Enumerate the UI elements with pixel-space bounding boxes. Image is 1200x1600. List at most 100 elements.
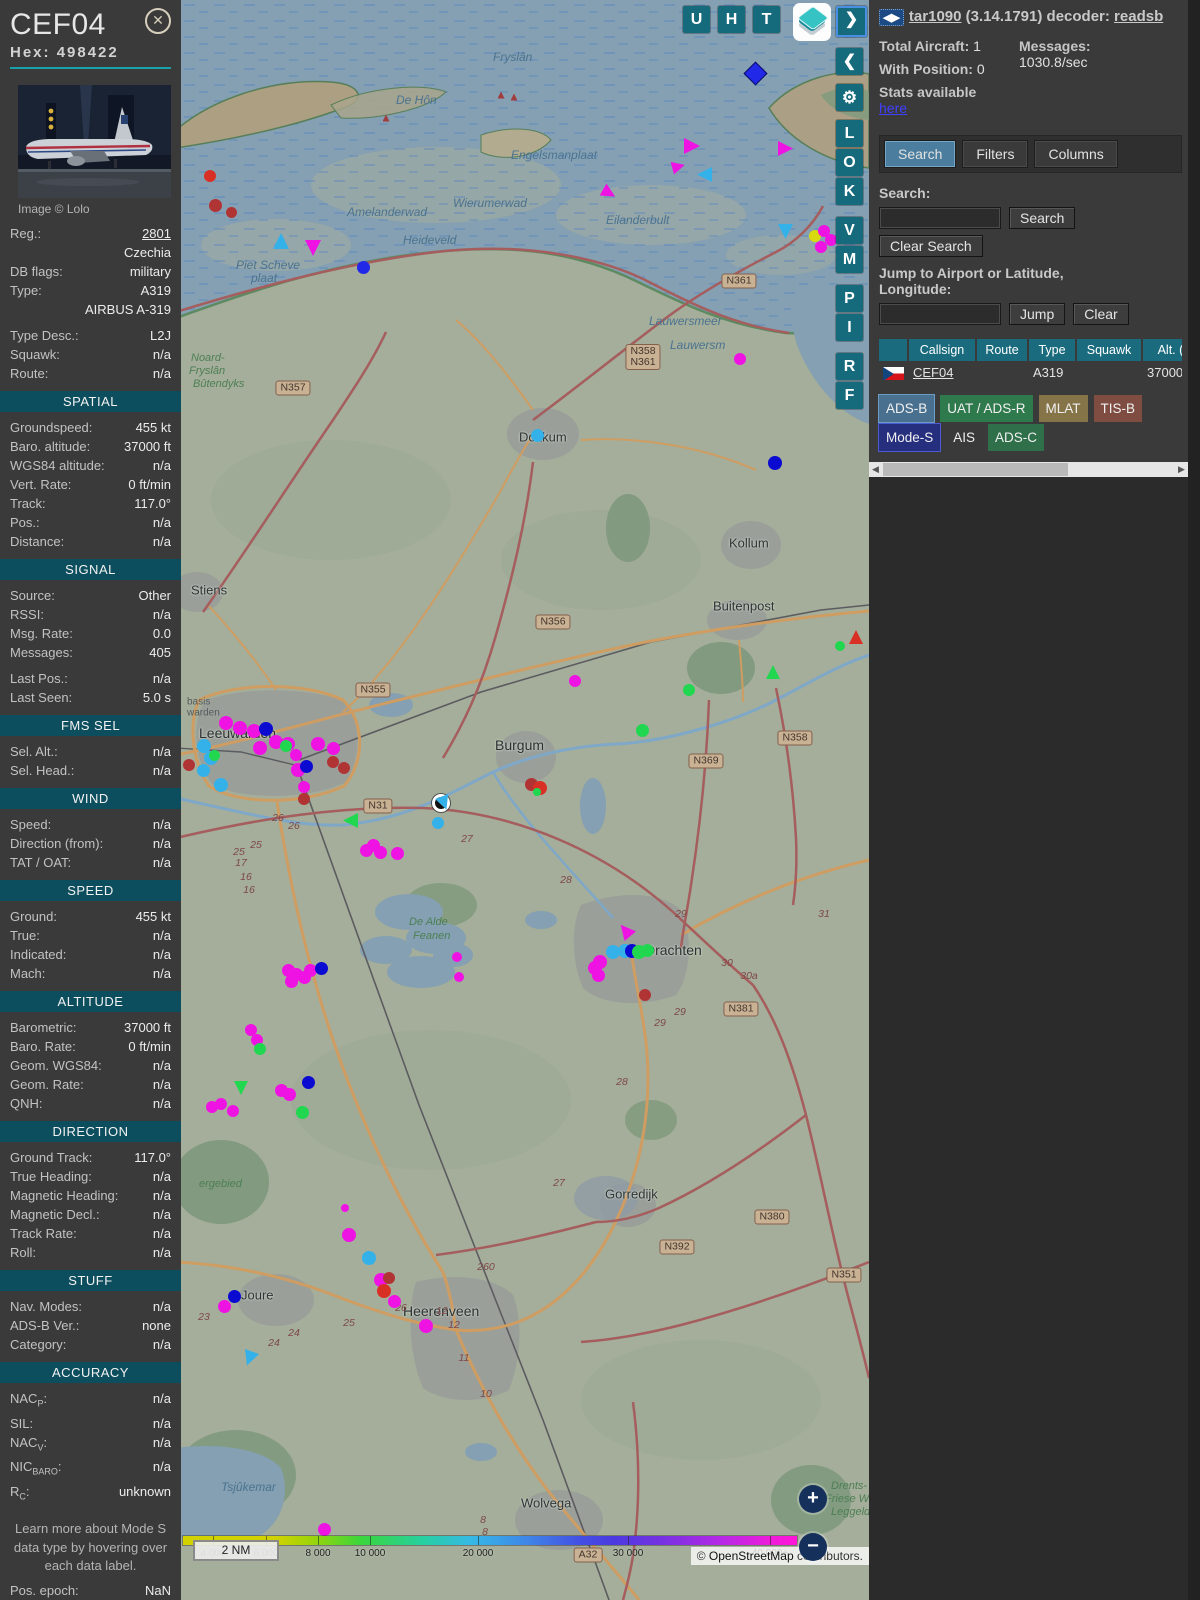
- aircraft-marker[interactable]: [208, 749, 220, 761]
- map-button-h[interactable]: H: [718, 6, 745, 33]
- aircraft-marker[interactable]: [227, 1289, 241, 1303]
- aircraft-marker[interactable]: [742, 60, 768, 86]
- aircraft-marker[interactable]: [227, 1105, 239, 1117]
- aircraft-marker[interactable]: [849, 630, 863, 644]
- aircraft-marker[interactable]: [298, 793, 310, 805]
- aircraft-marker[interactable]: [815, 241, 827, 253]
- jump-button[interactable]: Jump: [1009, 303, 1066, 325]
- column-header-callsign[interactable]: Callsign: [909, 339, 975, 361]
- aircraft-marker[interactable]: [377, 1284, 391, 1298]
- aircraft-marker[interactable]: [253, 741, 267, 755]
- map-button-m[interactable]: M: [836, 246, 863, 273]
- close-icon[interactable]: ✕: [145, 8, 171, 34]
- clear-search-button[interactable]: Clear Search: [879, 235, 983, 257]
- aircraft-marker[interactable]: [778, 224, 793, 239]
- aircraft-marker[interactable]: [390, 846, 404, 860]
- aircraft-marker[interactable]: [314, 961, 328, 975]
- filter-ais[interactable]: AIS: [946, 424, 982, 451]
- aircraft-marker[interactable]: [295, 1105, 309, 1119]
- aircraft-marker[interactable]: [697, 167, 712, 182]
- aircraft-marker[interactable]: [635, 723, 649, 737]
- aircraft-marker[interactable]: [670, 158, 686, 174]
- map-button-o[interactable]: O: [836, 149, 863, 176]
- aircraft-marker[interactable]: [311, 737, 325, 751]
- aircraft-marker[interactable]: [569, 675, 581, 687]
- column-header-type[interactable]: Type: [1029, 339, 1075, 361]
- jump-clear-button[interactable]: Clear: [1073, 303, 1129, 325]
- map-button-l[interactable]: L: [836, 120, 863, 147]
- aircraft-marker[interactable]: [225, 206, 237, 218]
- aircraft-marker[interactable]: [259, 722, 273, 736]
- tab-filters[interactable]: Filters: [962, 140, 1029, 168]
- aircraft-marker[interactable]: [234, 1081, 248, 1095]
- aircraft-marker[interactable]: [290, 749, 302, 761]
- zoom-out-button[interactable]: −: [799, 1533, 827, 1561]
- aircraft-marker[interactable]: [239, 1348, 258, 1367]
- aircraft-marker[interactable]: [219, 716, 233, 730]
- column-header-altft[interactable]: Alt. (ft): [1143, 339, 1182, 361]
- aircraft-marker[interactable]: [778, 141, 793, 156]
- aircraft-marker[interactable]: [734, 353, 746, 365]
- filter-adsc[interactable]: ADS-C: [988, 424, 1045, 452]
- filter-tisb[interactable]: TIS-B: [1093, 395, 1143, 423]
- aircraft-marker[interactable]: [273, 233, 289, 249]
- hscroll-thumb[interactable]: [883, 463, 1068, 477]
- filter-uat[interactable]: UAT / ADS-R: [940, 395, 1033, 423]
- aircraft-marker[interactable]: [640, 943, 654, 957]
- aircraft-marker[interactable]: [356, 260, 370, 274]
- jump-input[interactable]: [879, 303, 1001, 325]
- aircraft-marker[interactable]: [196, 763, 210, 777]
- aircraft-marker[interactable]: [338, 762, 350, 774]
- aircraft-marker[interactable]: [233, 721, 247, 735]
- aircraft-marker[interactable]: [591, 968, 605, 982]
- aircraft-marker[interactable]: [373, 845, 387, 859]
- aircraft-marker[interactable]: [254, 1043, 266, 1055]
- tar1090-link[interactable]: tar1090: [909, 8, 962, 25]
- search-button[interactable]: Search: [1009, 207, 1076, 229]
- aircraft-marker[interactable]: [533, 788, 541, 796]
- map-button-r[interactable]: R: [836, 353, 863, 380]
- search-input[interactable]: [879, 207, 1001, 229]
- map-button-t[interactable]: T: [753, 6, 780, 33]
- data-value[interactable]: 2801: [142, 225, 171, 242]
- aircraft-marker[interactable]: [684, 138, 700, 154]
- aircraft-marker[interactable]: [214, 778, 228, 792]
- osm-link[interactable]: OpenStreetMap: [709, 1549, 794, 1563]
- aircraft-marker[interactable]: [639, 989, 651, 1001]
- layers-button[interactable]: [793, 3, 831, 41]
- aircraft-marker[interactable]: [432, 817, 444, 829]
- aircraft-marker[interactable]: [382, 114, 390, 122]
- aircraft-marker[interactable]: [419, 1319, 433, 1333]
- aircraft-marker[interactable]: [452, 952, 462, 962]
- aircraft-marker[interactable]: [284, 974, 298, 988]
- readsb-link[interactable]: readsb: [1114, 8, 1163, 25]
- row-cell[interactable]: CEF04: [909, 361, 975, 384]
- aircraft-marker[interactable]: [280, 740, 292, 752]
- table-hscrollbar[interactable]: ◀ ▶: [869, 462, 1188, 478]
- aircraft-marker[interactable]: [383, 1272, 395, 1284]
- aircraft-marker[interactable]: [530, 428, 544, 442]
- map-button-i[interactable]: I: [836, 314, 863, 341]
- map-button-f[interactable]: F: [836, 382, 863, 409]
- filter-mlat[interactable]: MLAT: [1038, 395, 1088, 423]
- aircraft-marker[interactable]: [387, 1294, 401, 1308]
- expand-panel-button[interactable]: ❯: [836, 6, 867, 37]
- settings-button[interactable]: ⚙: [836, 84, 863, 111]
- aircraft-marker[interactable]: [282, 1087, 296, 1101]
- stats-here-link[interactable]: here: [879, 100, 907, 116]
- aircraft-marker[interactable]: [305, 240, 321, 256]
- aircraft-marker[interactable]: [766, 665, 780, 679]
- filter-adsb[interactable]: ADS-B: [879, 395, 935, 423]
- column-header-flag[interactable]: [879, 339, 907, 361]
- aircraft-marker[interactable]: [204, 170, 216, 182]
- aircraft-marker[interactable]: [217, 1299, 231, 1313]
- map-button-v[interactable]: V: [836, 217, 863, 244]
- aircraft-marker[interactable]: [215, 1098, 227, 1110]
- aircraft-marker[interactable]: [683, 684, 695, 696]
- aircraft-marker[interactable]: [342, 1228, 356, 1242]
- aircraft-marker[interactable]: [183, 759, 195, 771]
- column-header-route[interactable]: Route: [977, 339, 1027, 361]
- aircraft-marker[interactable]: [298, 781, 310, 793]
- map-button-p[interactable]: P: [836, 285, 863, 312]
- panel-width-toggle[interactable]: ◀▶: [879, 9, 904, 26]
